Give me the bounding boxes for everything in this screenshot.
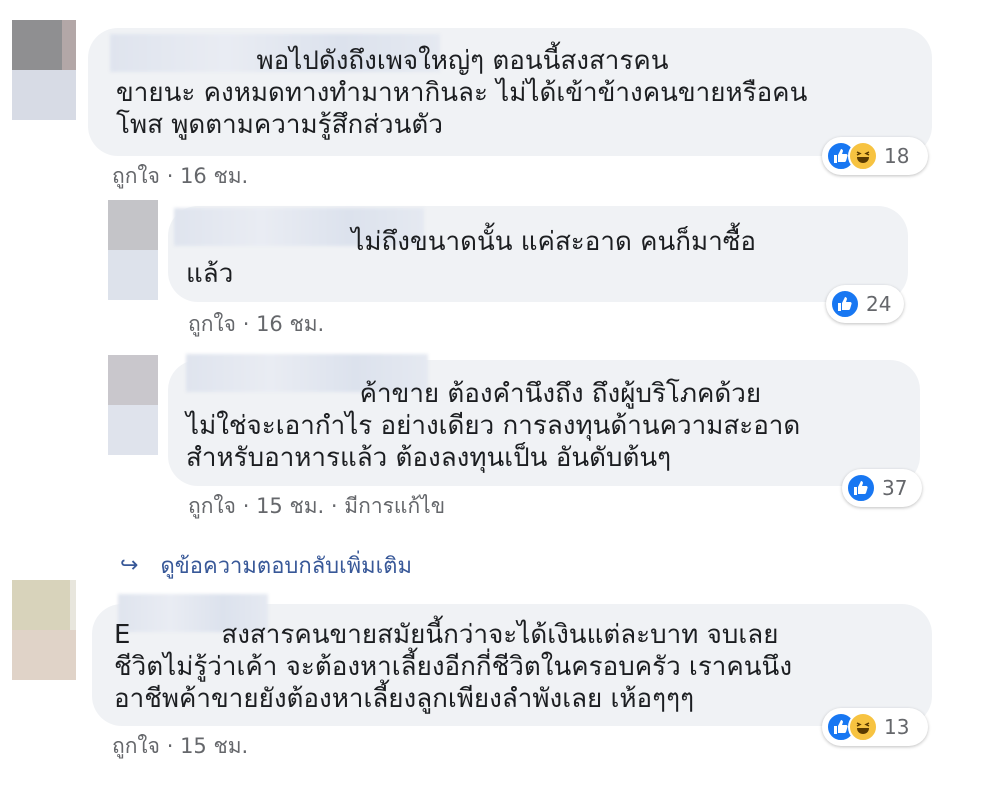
comment-bubble: พอไปดังถึงเพจใหญ่ๆ ตอนนี้สงสารคน ขายนะ ค… — [88, 28, 932, 156]
separator: · — [242, 312, 250, 336]
like-link[interactable]: ถูกใจ — [188, 312, 236, 336]
avatar[interactable] — [108, 200, 158, 300]
comment-text: E สงสารคนขายสมัยนี้กว่าจะได้เงินแต่ละบาท… — [114, 620, 793, 714]
timestamp-link[interactable]: 15 ชม. — [180, 734, 248, 758]
reaction-summary[interactable]: 24 — [826, 285, 904, 323]
reply-bubble: ไม่ถึงขนาดนั้น แค่สะอาด คนก็มาซื้อ แล้ว — [168, 206, 908, 302]
comment-actions: ถูกใจ · 16 ชม. — [112, 160, 248, 193]
separator: · — [166, 164, 174, 188]
haha-icon — [848, 141, 878, 171]
view-more-replies-label: ดูข้อความตอบกลับเพิ่มเติม — [160, 554, 412, 579]
edited-label[interactable]: มีการแก้ไข — [344, 494, 445, 518]
like-icon — [830, 289, 860, 319]
comment-actions: ถูกใจ · 15 ชม. · มีการแก้ไข — [188, 490, 445, 523]
reaction-summary[interactable]: 18 — [822, 137, 928, 175]
reaction-count: 18 — [884, 144, 910, 168]
comment-text: ไม่ถึงขนาดนั้น แค่สะอาด คนก็มาซื้อ แล้ว — [186, 227, 757, 289]
like-link[interactable]: ถูกใจ — [112, 734, 160, 758]
avatar[interactable] — [12, 580, 76, 680]
separator: · — [330, 494, 338, 518]
reaction-count: 13 — [884, 715, 910, 739]
separator: · — [166, 734, 174, 758]
like-link[interactable]: ถูกใจ — [112, 164, 160, 188]
comment-text: ค้าขาย ต้องคำนึงถึง ถึงผู้บริโภคด้วย ไม่… — [186, 379, 801, 473]
comment-actions: ถูกใจ · 15 ชม. — [112, 730, 248, 763]
separator: · — [242, 494, 250, 518]
reaction-count: 24 — [866, 292, 892, 316]
comment-bubble: E สงสารคนขายสมัยนี้กว่าจะได้เงินแต่ละบาท… — [92, 594, 932, 726]
timestamp-link[interactable]: 16 ชม. — [180, 164, 248, 188]
timestamp-link[interactable]: 15 ชม. — [256, 494, 324, 518]
comment-actions: ถูกใจ · 16 ชม. — [188, 308, 324, 341]
like-link[interactable]: ถูกใจ — [188, 494, 236, 518]
comment-text: พอไปดังถึงเพจใหญ่ๆ ตอนนี้สงสารคน ขายนะ ค… — [116, 46, 808, 140]
timestamp-link[interactable]: 16 ชม. — [256, 312, 324, 336]
avatar[interactable] — [108, 355, 158, 455]
reaction-summary[interactable]: 13 — [822, 708, 928, 746]
like-icon — [846, 473, 876, 503]
view-more-replies-link[interactable]: ↪ ดูข้อความตอบกลับเพิ่มเติม — [120, 548, 412, 583]
reply-arrow-icon: ↪ — [120, 553, 139, 578]
haha-icon — [848, 712, 878, 742]
reaction-summary[interactable]: 37 — [842, 469, 922, 507]
avatar[interactable] — [12, 20, 76, 120]
reaction-count: 37 — [882, 476, 908, 500]
reply-bubble: ค้าขาย ต้องคำนึงถึง ถึงผู้บริโภคด้วย ไม่… — [168, 354, 920, 486]
